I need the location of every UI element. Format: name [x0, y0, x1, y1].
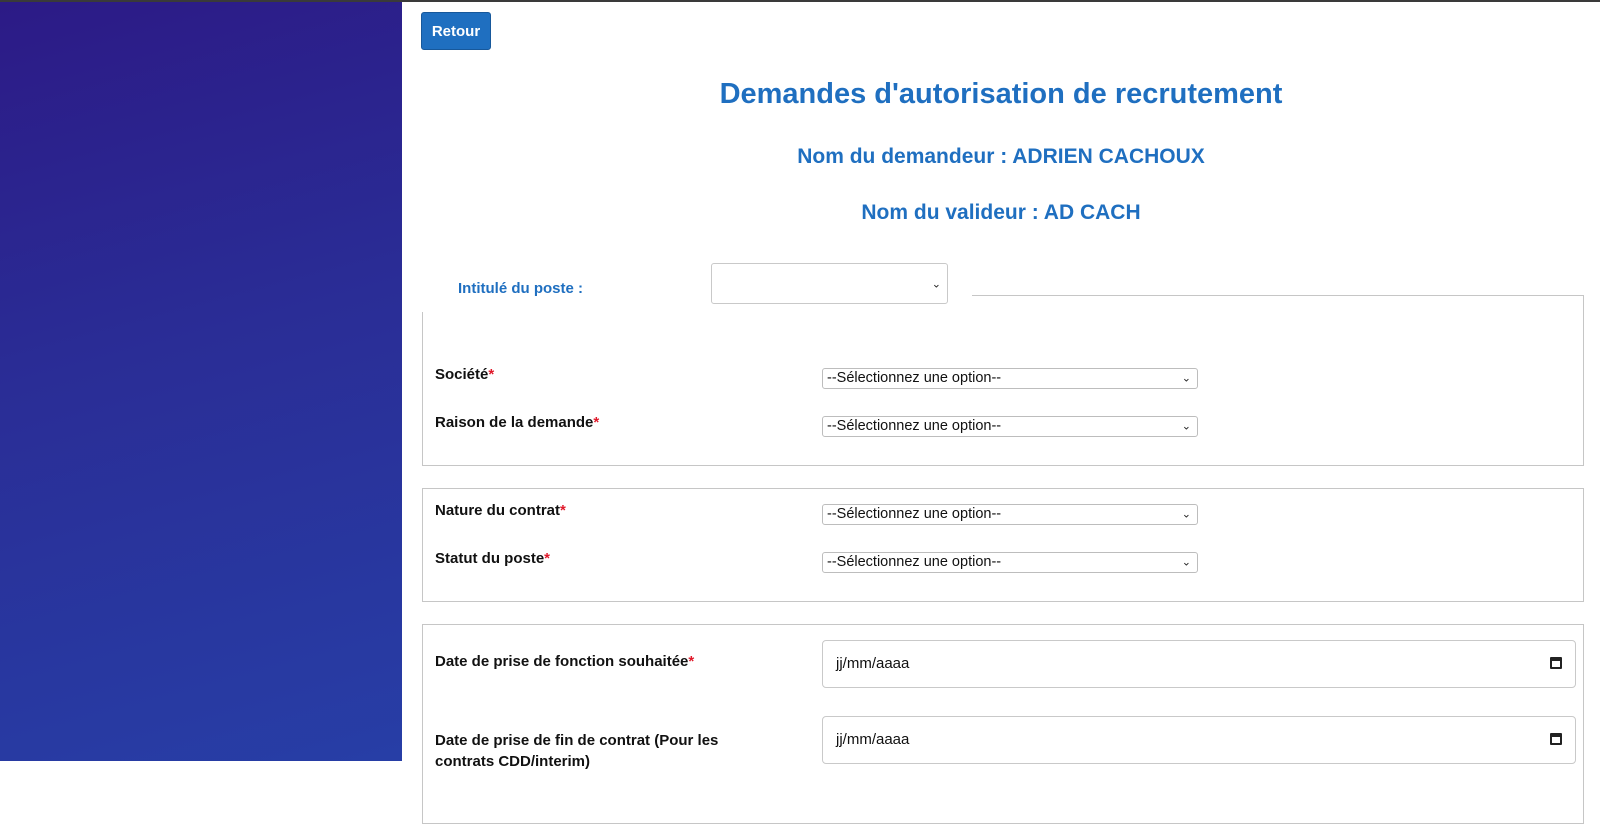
reason-label: Raison de la demande*: [435, 414, 600, 431]
end-date-placeholder: jj/mm/aaaa: [836, 731, 910, 748]
requester-name: Nom du demandeur : ADRIEN CACHOUX: [797, 145, 1205, 168]
company-select[interactable]: --Sélectionnez une option-- ⌄: [822, 368, 1198, 389]
window-top-border: [0, 0, 1600, 2]
calendar-icon[interactable]: [1550, 657, 1562, 669]
chevron-down-icon: ⌄: [1181, 420, 1191, 432]
contract-type-select-value: --Sélectionnez une option--: [827, 506, 1002, 522]
chevron-down-icon: ⌄: [931, 278, 941, 290]
main-content: Retour Demandes d'autorisation de recrut…: [402, 0, 1600, 824]
end-date-label: Date de prise de fin de contrat (Pour le…: [435, 732, 719, 770]
job-title-label: Intitulé du poste :: [458, 280, 583, 297]
job-status-label: Statut du poste*: [435, 550, 551, 567]
company-select-value: --Sélectionnez une option--: [827, 370, 1002, 386]
start-date-label: Date de prise de fonction souhaitée*: [435, 653, 695, 670]
reason-select-value: --Sélectionnez une option--: [827, 418, 1002, 434]
sidebar: [0, 0, 402, 761]
contract-type-select[interactable]: --Sélectionnez une option-- ⌄: [822, 504, 1198, 525]
calendar-icon[interactable]: [1550, 733, 1562, 745]
company-label: Société*: [435, 366, 495, 383]
job-status-select-value: --Sélectionnez une option--: [827, 554, 1002, 570]
end-date-input[interactable]: jj/mm/aaaa: [822, 716, 1576, 764]
chevron-down-icon: ⌄: [1181, 556, 1191, 568]
chevron-down-icon: ⌄: [1181, 508, 1191, 520]
job-status-select[interactable]: --Sélectionnez une option-- ⌄: [822, 552, 1198, 573]
reason-select[interactable]: --Sélectionnez une option-- ⌄: [822, 416, 1198, 437]
back-button[interactable]: Retour: [421, 12, 491, 50]
contract-type-label: Nature du contrat*: [435, 502, 566, 519]
validator-name: Nom du valideur : AD CACH: [861, 201, 1141, 224]
chevron-down-icon: ⌄: [1181, 372, 1191, 384]
page-title: Demandes d'autorisation de recrutement: [719, 78, 1283, 110]
start-date-placeholder: jj/mm/aaaa: [836, 655, 910, 672]
start-date-input[interactable]: jj/mm/aaaa: [822, 640, 1576, 688]
job-title-select[interactable]: ⌄: [711, 263, 948, 304]
